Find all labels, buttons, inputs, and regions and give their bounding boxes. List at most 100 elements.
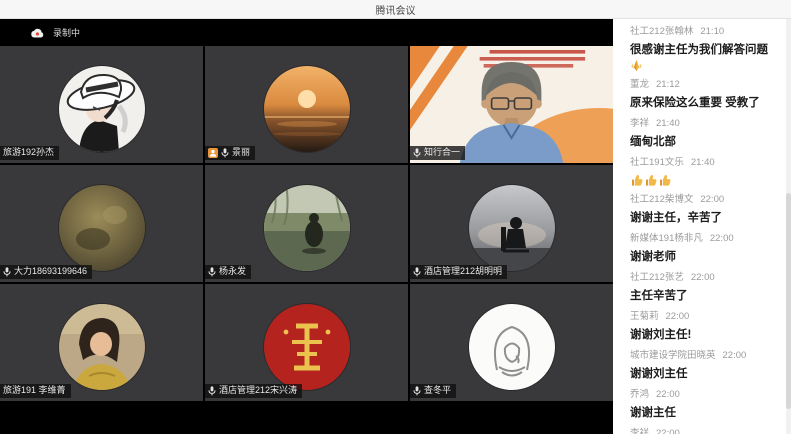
chat-timestamp: 22:00 <box>691 272 715 283</box>
chat-message-header: 王菊莉 22:00 <box>630 311 777 323</box>
chat-message: 乔鸿 22:00 谢谢主任 <box>630 389 777 421</box>
mic-icon <box>413 386 421 396</box>
chat-text: 原来保险这么重要 受教了 <box>630 96 760 111</box>
chat-message-text: 谢谢刘主任 <box>630 367 777 382</box>
participant-name-tag: 景丽 <box>205 146 255 160</box>
mic-icon <box>413 267 421 277</box>
chat-text: 谢谢刘主任 <box>630 367 688 382</box>
participant-name: 查冬平 <box>424 384 451 397</box>
chat-timestamp: 22:00 <box>700 194 724 205</box>
chat-timestamp: 22:00 <box>710 233 734 244</box>
chat-timestamp: 22:00 <box>723 350 747 361</box>
video-tile[interactable]: 旅游192孙杰 <box>0 46 203 163</box>
mic-icon <box>3 267 11 277</box>
chat-text: 谢谢刘主任! <box>630 328 691 343</box>
chat-timestamp: 22:00 <box>666 311 690 322</box>
chat-message-header: 社工212张翰林 21:10 <box>630 26 777 38</box>
blurry-avatar <box>59 185 145 271</box>
participant-name-tag: 酒店管理212胡明明 <box>410 265 507 279</box>
chat-message-header: 社工191文乐21:40 <box>630 157 777 169</box>
chat-sender-name: 王菊莉 <box>630 311 659 322</box>
thumbs-up-emoji <box>645 174 658 187</box>
chat-message: 社工212张翰林 21:10 很感谢主任为我们解答问题 <box>630 26 777 72</box>
chat-message: 李祥 21:40 缅甸北部 <box>630 118 777 150</box>
chat-message: 城市建设学院田晓英 22:00 谢谢刘主任 <box>630 350 777 382</box>
participant-name-tag: 杨永发 <box>205 265 251 279</box>
chat-message-text: 缅甸北部 <box>630 135 777 150</box>
video-tile[interactable]: 大力18693199646 <box>0 165 203 282</box>
chat-sender-name: 社工212张翰林 <box>630 26 693 37</box>
participant-name: 酒店管理212宋兴涛 <box>219 384 297 397</box>
recording-indicator: 录制中 <box>0 19 613 46</box>
chat-scrollbar[interactable] <box>786 19 791 434</box>
recording-label: 录制中 <box>53 26 80 39</box>
video-tile[interactable]: 酒店管理212宋兴涛 <box>205 284 408 401</box>
chat-timestamp: 21:10 <box>700 26 724 37</box>
chat-message-header: 城市建设学院田晓英 22:00 <box>630 350 777 362</box>
chat-message-header: 董龙21:12 <box>630 79 777 91</box>
participant-name-tag: 查冬平 <box>410 384 456 398</box>
chat-timestamp: 22:00 <box>656 389 680 400</box>
mic-icon <box>221 148 229 158</box>
chat-message-text <box>630 174 777 187</box>
chat-sender-name: 李祥 <box>630 118 649 129</box>
chat-message-header: 新媒体191杨非凡22:00 <box>630 233 777 245</box>
chat-sender-name: 城市建设学院田晓英 <box>630 350 716 361</box>
chat-message-text: 谢谢老师 <box>630 250 777 265</box>
hand-raise-icon <box>208 148 218 158</box>
participant-name-tag: 酒店管理212宋兴涛 <box>205 384 302 398</box>
chat-text: 主任辛苦了 <box>630 289 688 304</box>
chat-sender-name: 社工212张艺 <box>630 272 684 283</box>
title-bar: 腾讯会议 <box>0 0 791 19</box>
chat-scrollbar-thumb[interactable] <box>786 193 791 409</box>
participant-name: 景丽 <box>232 146 250 159</box>
chair-silhouette-avatar <box>469 185 555 271</box>
participant-name: 旅游192孙杰 <box>3 146 54 159</box>
participant-name: 大力18693199646 <box>14 265 87 278</box>
participant-name-tag: 旅游192孙杰 <box>0 146 59 160</box>
lakeside-avatar <box>264 185 350 271</box>
chat-timestamp: 21:40 <box>691 157 715 168</box>
video-tile[interactable]: 查冬平 <box>410 284 613 401</box>
chat-sender-name: 董龙 <box>630 79 649 90</box>
chat-message: 社工212张艺 22:00主任辛苦了 <box>630 272 777 304</box>
chat-sender-name: 李祥 <box>630 428 649 434</box>
chat-message-header: 李祥22:00 <box>630 428 777 434</box>
video-tile[interactable]: 旅游191 李维菁 <box>0 284 203 401</box>
sketch-avatar <box>469 304 555 390</box>
chat-message-text: 谢谢刘主任! <box>630 328 777 343</box>
chat-message-text: 主任辛苦了 <box>630 289 777 304</box>
participant-name: 知行合一 <box>424 146 460 159</box>
video-tile[interactable]: 酒店管理212胡明明 <box>410 165 613 282</box>
sunset-avatar <box>264 66 350 152</box>
portrait-avatar <box>59 304 145 390</box>
chat-message: 董龙21:12 原来保险这么重要 受教了 <box>630 79 777 111</box>
chat-message: 社工191文乐21:40 <box>630 157 777 187</box>
anime-hat-avatar <box>59 66 145 152</box>
video-tile[interactable]: 杨永发 <box>205 165 408 282</box>
chat-panel[interactable]: 社工212张翰林 21:10 很感谢主任为我们解答问题董龙21:12 原来保险这么重要… <box>613 19 791 434</box>
chat-message-header: 社工212张艺 22:00 <box>630 272 777 284</box>
chat-message: 李祥22:00主任辛苦了 <box>630 428 777 434</box>
participant-name: 酒店管理212胡明明 <box>424 265 502 278</box>
chat-message-header: 李祥 21:40 <box>630 118 777 130</box>
chat-sender-name: 乔鸿 <box>630 389 649 400</box>
cloud-record-icon <box>30 28 44 38</box>
red-calligraphy-avatar <box>264 304 350 390</box>
thumbs-up-emoji <box>659 174 672 187</box>
chat-timestamp: 21:40 <box>656 118 680 129</box>
slide-text-lines <box>480 50 585 68</box>
chat-text: 很感谢主任为我们解答问题 <box>630 43 768 58</box>
participant-name: 杨永发 <box>219 265 246 278</box>
chat-text: 谢谢主任 <box>630 406 676 421</box>
chat-message: 社工212柴博文22:00谢谢主任，辛苦了 <box>630 194 777 226</box>
chat-message-list: 社工212张翰林 21:10 很感谢主任为我们解答问题董龙21:12 原来保险这么重要… <box>630 26 777 434</box>
meeting-window: 腾讯会议 录制中 旅游192孙杰景丽知行合一大力18693199646杨永发酒店… <box>0 0 791 434</box>
video-tile[interactable]: 景丽 <box>205 46 408 163</box>
chat-message: 王菊莉 22:00 谢谢刘主任! <box>630 311 777 343</box>
mic-icon <box>208 267 216 277</box>
app-title: 腾讯会议 <box>376 2 416 17</box>
chat-message-text: 谢谢主任 <box>630 406 777 421</box>
video-tile[interactable]: 知行合一 <box>410 46 613 163</box>
chat-message-header: 社工212柴博文22:00 <box>630 194 777 206</box>
